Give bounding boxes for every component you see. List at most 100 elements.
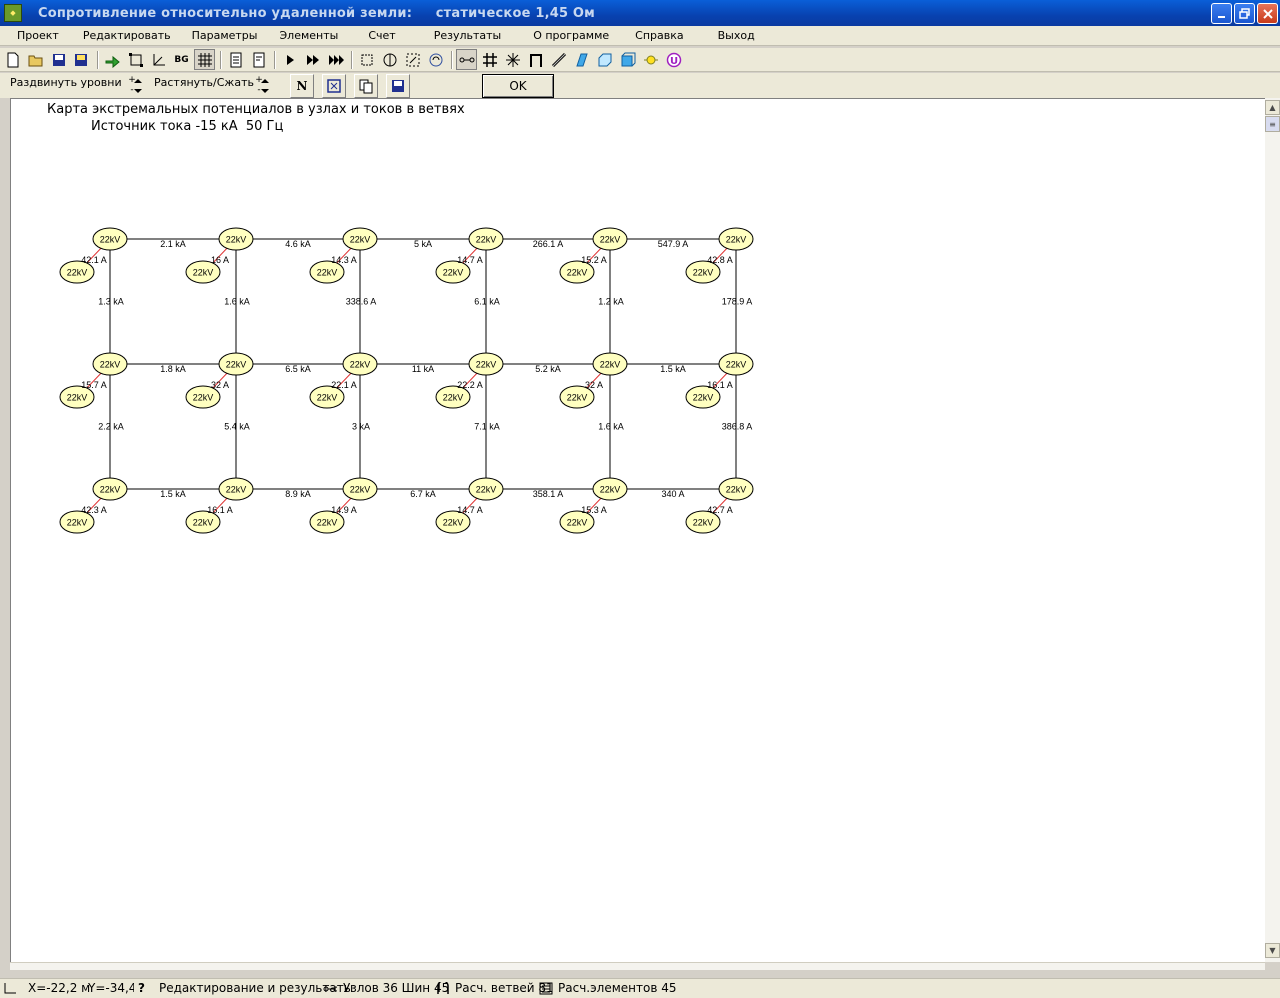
- ground-current-label: 14.7 A: [457, 505, 483, 515]
- title-bar: ◆ Сопротивление относительно удаленной з…: [0, 0, 1280, 26]
- open-folder-icon[interactable]: [25, 49, 46, 70]
- close-button[interactable]: [1257, 3, 1278, 24]
- tool-d-icon[interactable]: [425, 49, 446, 70]
- save-icon: [392, 80, 404, 92]
- grid-node-label: 22kV: [100, 235, 121, 245]
- portal-icon[interactable]: [525, 49, 546, 70]
- ground-current-label: 15.3 A: [581, 505, 607, 515]
- play-icon[interactable]: [279, 49, 300, 70]
- coordinates-icon: [3, 982, 17, 995]
- menu-exit[interactable]: Выход: [712, 29, 761, 42]
- box-icon[interactable]: [594, 49, 615, 70]
- copy-button[interactable]: [354, 74, 378, 98]
- status-y-coordinate: Y=-34,4 м: [88, 981, 134, 995]
- plate-icon[interactable]: [571, 49, 592, 70]
- menu-parameters[interactable]: Параметры: [186, 29, 264, 42]
- run-all-icon[interactable]: [325, 49, 346, 70]
- menu-project[interactable]: Проект: [11, 29, 65, 42]
- ground-node-label: 22kV: [443, 268, 464, 278]
- save-icon[interactable]: [48, 49, 69, 70]
- main-toolbar: BG U: [0, 48, 1280, 72]
- branch-current-label: 5.2 kA: [535, 364, 561, 374]
- map-canvas[interactable]: Карта экстремальных потенциалов в узлах …: [10, 98, 1265, 962]
- vertical-scrollbar[interactable]: ▲ ≡ ▼: [1265, 98, 1280, 962]
- menu-calculation[interactable]: Счет: [362, 29, 401, 42]
- scroll-thumb[interactable]: ≡: [1265, 116, 1280, 132]
- restore-button[interactable]: [1234, 3, 1255, 24]
- ground-current-label: 16.1 A: [707, 380, 733, 390]
- fit-view-button[interactable]: [322, 74, 346, 98]
- cube-icon[interactable]: [617, 49, 638, 70]
- ground-node-label: 22kV: [693, 268, 714, 278]
- snowflake-icon[interactable]: [502, 49, 523, 70]
- branch-current-label: 3 kA: [352, 422, 370, 432]
- branch-current-label: 178.9 A: [722, 297, 753, 307]
- horizontal-scrollbar[interactable]: [10, 962, 1265, 970]
- page-settings-icon[interactable]: [248, 49, 269, 70]
- minimize-button[interactable]: [1211, 3, 1232, 24]
- spinner-arrows-icon[interactable]: [260, 77, 270, 95]
- status-elements: Расч.элементов 45: [558, 981, 677, 995]
- grid-node-label: 22kV: [226, 360, 247, 370]
- toolbar-separator: [451, 50, 453, 69]
- branch-current-label: 1.6 kA: [224, 297, 250, 307]
- menu-elements[interactable]: Элементы: [273, 29, 344, 42]
- axes-icon[interactable]: [148, 49, 169, 70]
- branch-current-label: 11 kA: [412, 364, 434, 374]
- menu-results[interactable]: Результаты: [428, 29, 508, 42]
- status-bar: X=-22,2 м Y=-34,4 м ? Редактирование и р…: [0, 978, 1280, 998]
- ground-node-label: 22kV: [567, 518, 588, 528]
- tool-c-icon[interactable]: [402, 49, 423, 70]
- grid-node-label: 22kV: [476, 485, 497, 495]
- scroll-down-button[interactable]: ▼: [1265, 943, 1280, 958]
- branch-current-label: 6.5 kA: [285, 364, 311, 374]
- spread-levels-label: Раздвинуть уровни: [10, 76, 122, 89]
- tool-b-icon[interactable]: [379, 49, 400, 70]
- grid-node-label: 22kV: [226, 235, 247, 245]
- ground-node-label: 22kV: [67, 393, 88, 403]
- new-file-icon[interactable]: [2, 49, 23, 70]
- menu-help[interactable]: Справка: [629, 29, 689, 42]
- ground-node-label: 22kV: [193, 268, 214, 278]
- cable-icon[interactable]: [548, 49, 569, 70]
- elements-icon: [539, 982, 553, 995]
- voltage-u-icon[interactable]: U: [663, 49, 684, 70]
- branch-current-label: 4.6 kA: [285, 239, 311, 249]
- ground-current-label: 14.3 A: [331, 255, 357, 265]
- bg-icon[interactable]: BG: [171, 49, 192, 70]
- save-image-button[interactable]: [386, 74, 410, 98]
- probe-icon[interactable]: [640, 49, 661, 70]
- branch-current-label: 386.8 A: [722, 422, 753, 432]
- spinner-arrows-icon[interactable]: [133, 77, 143, 95]
- menu-about[interactable]: О программе: [527, 29, 615, 42]
- add-node-icon[interactable]: [102, 49, 123, 70]
- branch-current-label: 7.1 kA: [474, 422, 500, 432]
- app-window: ◆ Сопротивление относительно удаленной з…: [0, 0, 1280, 998]
- branches-icon: [436, 982, 450, 995]
- branch-current-label: 266.1 A: [533, 239, 564, 249]
- ground-current-label: 32 A: [585, 380, 603, 390]
- svg-text:U: U: [669, 56, 677, 67]
- scroll-up-button[interactable]: ▲: [1265, 100, 1280, 115]
- page-icon[interactable]: [225, 49, 246, 70]
- ground-node-label: 22kV: [443, 518, 464, 528]
- select-frame-icon[interactable]: [125, 49, 146, 70]
- node-numbers-button[interactable]: N: [290, 74, 314, 98]
- save-as-icon[interactable]: [71, 49, 92, 70]
- window-title: Сопротивление относительно удаленной зем…: [38, 5, 596, 21]
- close-icon: [1262, 8, 1273, 19]
- grounding-grid-diagram: 2.1 kA 4.6 kA 5 kA 266.1 A 547.9 A 1.8 kA 6.5 …: [59, 227, 754, 534]
- tool-a-icon[interactable]: [356, 49, 377, 70]
- mesh-grid-icon[interactable]: [479, 49, 500, 70]
- help-icon[interactable]: ?: [138, 981, 145, 995]
- branch-current-label: 358.1 A: [533, 489, 564, 499]
- menu-edit[interactable]: Редактировать: [77, 29, 177, 42]
- fast-forward-icon[interactable]: [302, 49, 323, 70]
- grid-icon[interactable]: [194, 49, 215, 70]
- ok-button[interactable]: OK: [482, 74, 554, 98]
- ground-node-label: 22kV: [317, 518, 338, 528]
- branch-link-icon[interactable]: [456, 49, 477, 70]
- ground-node-label: 22kV: [693, 518, 714, 528]
- branch-current-label: 1.5 kA: [660, 364, 686, 374]
- branch-current-label: 8.9 kA: [285, 489, 311, 499]
